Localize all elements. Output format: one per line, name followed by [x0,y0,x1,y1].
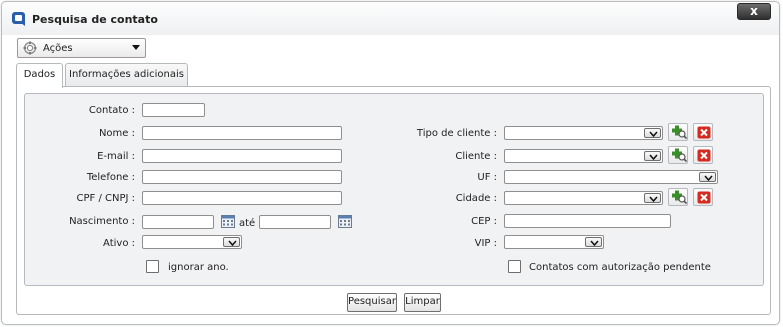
telefone-label: Telefone : [86,172,135,183]
nome-label: Nome : [98,128,135,139]
cep-label: CEP : [471,216,497,227]
tab-dados-label: Dados [23,69,56,80]
contato-input[interactable] [142,103,205,117]
add-search-icon [672,125,687,140]
email-label: E-mail : [97,151,135,162]
cidade-label: Cidade : [455,193,497,204]
remove-icon [697,126,711,139]
remove-icon [697,149,711,162]
tipo-cliente-label: Tipo de cliente : [416,128,497,139]
search-button-label: Pesquisar [348,296,396,307]
cep-input[interactable] [504,214,671,228]
chevron-down-icon [644,128,661,138]
clear-button-label: Limpar [405,296,440,307]
contatos-autorizacao-checkbox[interactable] [508,260,521,273]
remove-icon [697,191,711,204]
actions-label: Ações [43,43,73,54]
ate-label: até [239,218,256,229]
dialog-title: Pesquisa de contato [32,13,158,26]
actions-dropdown[interactable]: Ações [17,38,146,58]
ativo-label: Ativo : [103,238,135,249]
clear-button[interactable]: Limpar [404,293,441,312]
tab-informacoes-adicionais[interactable]: Informações adicionais [65,63,188,87]
close-icon: x [750,4,758,18]
add-search-cliente-button[interactable] [668,146,688,164]
chevron-down-icon [644,151,661,161]
cliente-select[interactable] [504,149,663,163]
nascimento-from-input[interactable] [142,215,214,229]
ignorar-ano-label: ignorar ano. [168,262,229,273]
ativo-select[interactable] [142,235,242,249]
vip-label: VIP : [474,238,497,249]
cpf-cnpj-label: CPF / CNPJ : [76,193,135,204]
tab-informacoes-label: Informações adicionais [69,69,184,80]
tab-dados[interactable]: Dados [16,63,63,88]
search-button[interactable]: Pesquisar [347,293,397,312]
add-search-cidade-button[interactable] [668,188,688,206]
email-input[interactable] [142,149,342,163]
contact-search-dialog: Pesquisa de contato x Ações Dados Inform… [1,1,780,325]
calendar-icon[interactable] [338,214,352,228]
nascimento-to-input[interactable] [259,215,331,229]
uf-select[interactable] [504,170,718,184]
chevron-down-icon [131,41,141,56]
dialog-titlebar: Pesquisa de contato x [2,2,779,35]
search-fields-panel [24,93,764,286]
contato-label: Contato : [88,105,135,116]
remove-cidade-button[interactable] [693,188,713,206]
ignorar-ano-checkbox[interactable] [146,260,159,273]
remove-tipo-cliente-button[interactable] [693,123,713,141]
tipo-cliente-select[interactable] [504,126,663,140]
contatos-autorizacao-label: Contatos com autorização pendente [529,262,711,273]
cliente-label: Cliente : [455,151,497,162]
chevron-down-icon [699,172,716,182]
chevron-down-icon [585,237,602,247]
cidade-select[interactable] [504,191,663,205]
app-icon [11,11,27,27]
close-button[interactable]: x [737,3,771,20]
gear-icon [23,41,37,58]
remove-cliente-button[interactable] [693,146,713,164]
vip-select[interactable] [504,235,604,249]
add-search-icon [672,190,687,205]
add-search-tipo-cliente-button[interactable] [668,123,688,141]
uf-label: UF : [477,172,497,183]
calendar-icon[interactable] [221,214,235,228]
cpf-cnpj-input[interactable] [142,191,342,205]
chevron-down-icon [644,193,661,203]
telefone-input[interactable] [142,170,342,184]
add-search-icon [672,148,687,163]
chevron-down-icon [223,237,240,247]
nome-input[interactable] [142,126,342,140]
nascimento-label: Nascimento : [69,216,135,227]
